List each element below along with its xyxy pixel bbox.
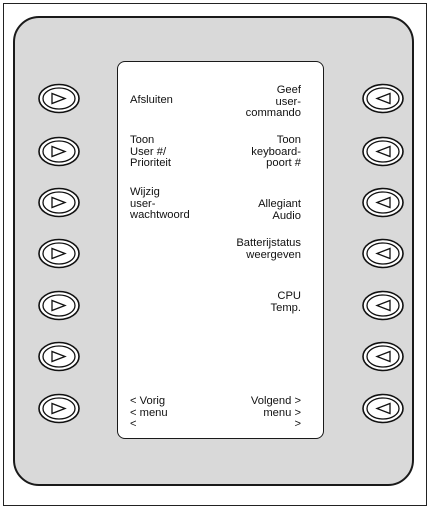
- right-softkey-1[interactable]: [360, 82, 406, 115]
- right-softkey-5[interactable]: [360, 289, 406, 322]
- right-softkey-2[interactable]: [360, 135, 406, 168]
- right-softkey-4[interactable]: [360, 237, 406, 270]
- left-softkey-4[interactable]: [36, 237, 82, 270]
- left-softkey-7[interactable]: [36, 392, 82, 425]
- right-softkey-7[interactable]: [360, 392, 406, 425]
- left-softkey-5[interactable]: [36, 289, 82, 322]
- right-label-7-next-menu: Volgend > menu > >: [250, 395, 301, 430]
- right-label-4: Batterijstatus weergeven: [236, 237, 301, 261]
- left-label-1: Afsluiten: [130, 94, 173, 106]
- left-softkey-3[interactable]: [36, 186, 82, 219]
- right-label-2: Toon keyboard- poort #: [251, 134, 301, 169]
- right-label-3: Allegiant Audio: [258, 198, 301, 222]
- right-softkey-6[interactable]: [360, 340, 406, 373]
- right-softkey-3[interactable]: [360, 186, 406, 219]
- left-label-7-previous-menu: < Vorig < menu <: [130, 395, 168, 430]
- left-softkey-2[interactable]: [36, 135, 82, 168]
- left-label-3: Wijzig user- wachtwoord: [130, 186, 190, 221]
- left-label-2: Toon User #/ Prioriteit: [130, 134, 172, 169]
- right-label-1: Geef user- commando: [245, 84, 301, 119]
- right-label-5: CPU Temp.: [270, 290, 301, 314]
- left-softkey-6[interactable]: [36, 340, 82, 373]
- left-softkey-1[interactable]: [36, 82, 82, 115]
